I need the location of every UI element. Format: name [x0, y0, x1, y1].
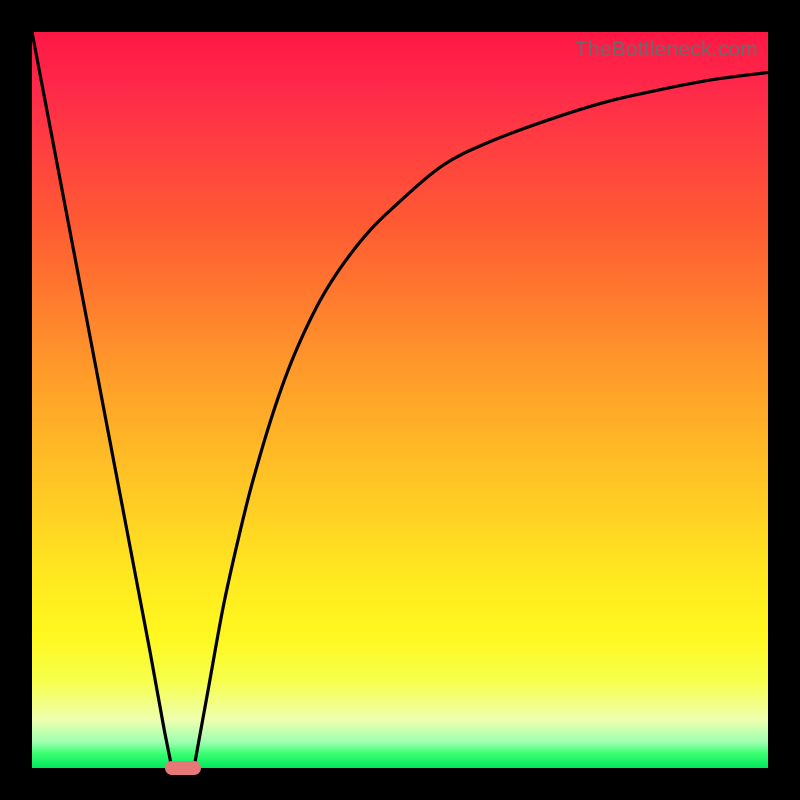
- curve-layer: [32, 32, 768, 768]
- left-branch-path: [32, 32, 172, 768]
- plot-area: TheBottleneck.com: [32, 32, 768, 768]
- minimum-marker: [165, 761, 201, 775]
- right-branch-path: [194, 72, 768, 768]
- chart-frame: TheBottleneck.com: [0, 0, 800, 800]
